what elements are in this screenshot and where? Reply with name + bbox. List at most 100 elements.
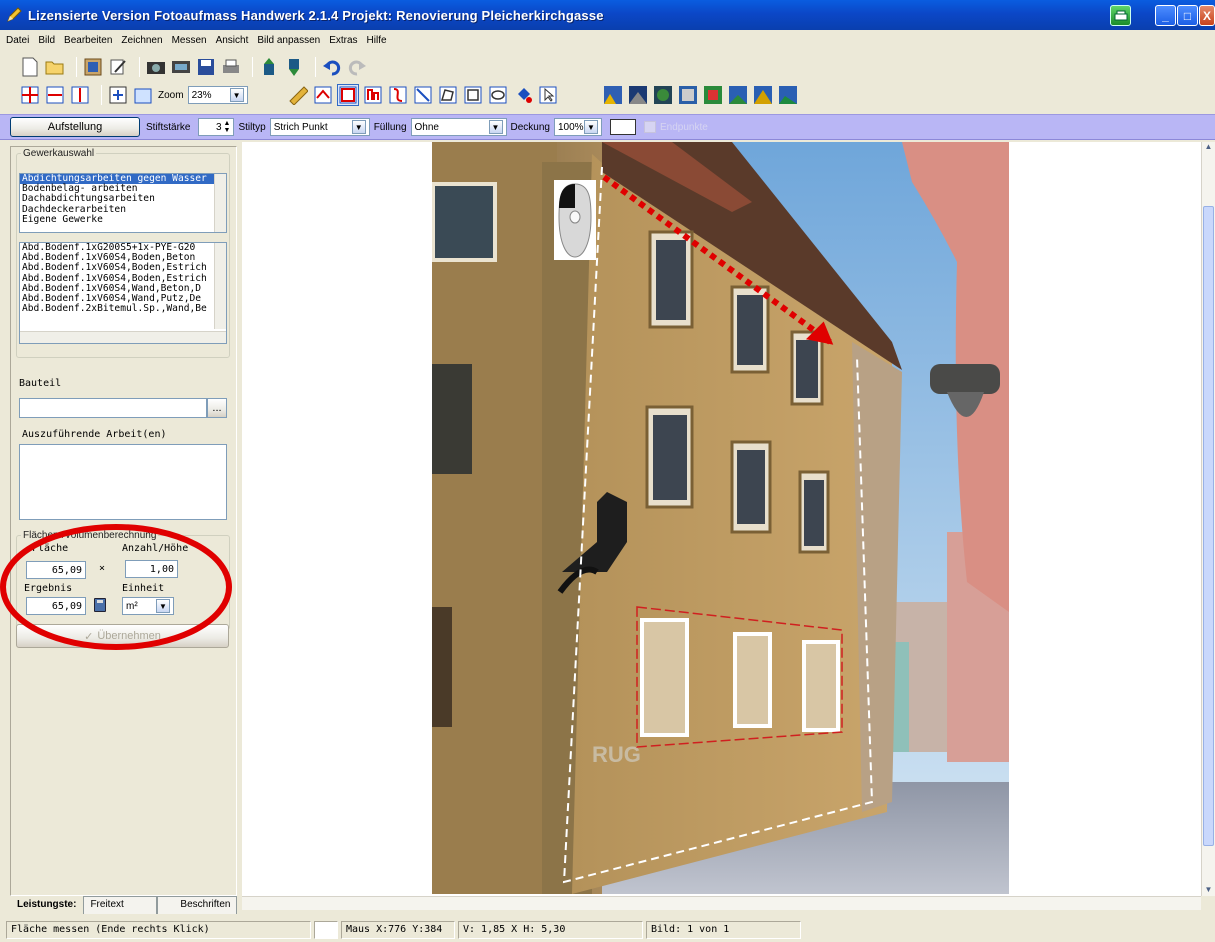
menu-hilfe[interactable]: Hilfe bbox=[367, 35, 387, 46]
menu-ansicht[interactable]: Ansicht bbox=[216, 35, 249, 46]
list-item[interactable]: Eigene Gewerke bbox=[20, 214, 226, 225]
rectangle-icon[interactable] bbox=[463, 85, 483, 105]
image-adjust-2-icon[interactable] bbox=[628, 85, 648, 105]
gewerk-list[interactable]: Abdichtungsarbeiten gegen Wasser Bodenbe… bbox=[19, 173, 227, 233]
printer-tray-icon[interactable] bbox=[1110, 5, 1131, 26]
menu-bild-anpassen[interactable]: Bild anpassen bbox=[257, 35, 320, 46]
chevron-down-icon: ▼ bbox=[583, 120, 598, 134]
minimize-button[interactable]: _ bbox=[1155, 5, 1176, 26]
menu-zeichnen[interactable]: Zeichnen bbox=[121, 35, 162, 46]
image-adjust-4-icon[interactable] bbox=[678, 85, 698, 105]
horizontal-scrollbar[interactable] bbox=[242, 896, 1201, 910]
measure-chart-icon[interactable] bbox=[313, 85, 333, 105]
camera-icon[interactable] bbox=[146, 57, 166, 77]
image-adjust-6-icon[interactable] bbox=[728, 85, 748, 105]
undo-icon[interactable] bbox=[322, 57, 342, 77]
endpunkte-label: Endpunkte bbox=[659, 121, 708, 133]
scrollbar[interactable] bbox=[214, 243, 226, 329]
bauteil-label: Bauteil bbox=[19, 378, 62, 389]
image-adjust-8-icon[interactable] bbox=[778, 85, 798, 105]
scrollbar[interactable] bbox=[20, 331, 226, 343]
gewerkauswahl-legend: Gewerkauswahl bbox=[23, 148, 95, 159]
fuellung-value: Ohne bbox=[414, 121, 439, 133]
properties-icon[interactable] bbox=[83, 57, 103, 77]
scroll-thumb[interactable] bbox=[1203, 206, 1214, 846]
film-icon[interactable] bbox=[171, 57, 191, 77]
menu-bild[interactable]: Bild bbox=[38, 35, 55, 46]
new-file-icon[interactable] bbox=[20, 57, 40, 77]
export-icon[interactable] bbox=[284, 57, 304, 77]
title-bar[interactable]: Lizensierte Version Fotoaufmass Handwerk… bbox=[0, 0, 1215, 30]
line-icon[interactable] bbox=[413, 85, 433, 105]
deckung-label: Deckung bbox=[510, 121, 550, 133]
status-indicator bbox=[314, 920, 338, 939]
redo-icon[interactable] bbox=[347, 57, 367, 77]
close-button[interactable]: X bbox=[1199, 5, 1215, 26]
image-adjust-5-icon[interactable] bbox=[703, 85, 723, 105]
fill-icon[interactable] bbox=[513, 85, 533, 105]
arbeit-label: Auszuführende Arbeit(en) bbox=[22, 429, 167, 440]
menu-messen[interactable]: Messen bbox=[172, 35, 207, 46]
scrollbar[interactable] bbox=[214, 174, 226, 232]
polygon-icon[interactable] bbox=[438, 85, 458, 105]
pointer-icon[interactable] bbox=[538, 85, 558, 105]
vertical-scrollbar[interactable]: ▲ ▼ bbox=[1201, 142, 1215, 896]
left-panel: Gewerkauswahl Abdichtungsarbeiten gegen … bbox=[0, 146, 237, 896]
main-toolbar bbox=[0, 54, 372, 80]
tab-freitext[interactable]: Freitext bbox=[83, 896, 158, 914]
zoom-select[interactable]: 23% ▼ bbox=[187, 86, 248, 104]
maximize-button[interactable]: □ bbox=[1177, 5, 1198, 26]
horizontal-measure-icon[interactable] bbox=[45, 85, 65, 105]
window-title: Lizensierte Version Fotoaufmass Handwerk… bbox=[28, 7, 604, 23]
fuellung-select[interactable]: Ohne ▼ bbox=[410, 118, 507, 136]
menu-extras[interactable]: Extras bbox=[329, 35, 357, 46]
area-measure-icon[interactable] bbox=[336, 84, 359, 106]
stiftstaerke-value: 3 bbox=[215, 121, 222, 133]
stiltyp-label: Stiltyp bbox=[238, 121, 266, 133]
fuellung-label: Füllung bbox=[373, 121, 407, 133]
scroll-up-icon[interactable]: ▲ bbox=[1202, 142, 1215, 156]
chevron-down-icon: ▼ bbox=[488, 120, 503, 134]
chevron-down-icon: ▼ bbox=[351, 120, 366, 134]
image-canvas[interactable]: RUG bbox=[242, 142, 1201, 896]
status-mouse: Maus X:776 Y:384 bbox=[341, 920, 455, 939]
line-color-swatch[interactable] bbox=[609, 119, 636, 135]
image-adjust-1-icon[interactable] bbox=[603, 85, 623, 105]
zoom-value: 23% bbox=[191, 89, 212, 101]
image-adjust-3-icon[interactable] bbox=[653, 85, 673, 105]
spinner-arrows-icon: ▲ ▼ bbox=[223, 120, 231, 134]
zoom-window-icon[interactable] bbox=[133, 85, 153, 105]
menu-datei[interactable]: Datei bbox=[6, 35, 29, 46]
deckung-select[interactable]: 100% ▼ bbox=[553, 118, 602, 136]
import-icon[interactable] bbox=[259, 57, 279, 77]
stiltyp-select[interactable]: Strich Punkt ▼ bbox=[269, 118, 370, 136]
save-icon[interactable] bbox=[196, 57, 216, 77]
endpunkte-checkbox[interactable] bbox=[643, 121, 656, 133]
tab-beschriften[interactable]: Beschriften bbox=[157, 896, 238, 914]
bauteil-input[interactable] bbox=[19, 398, 207, 418]
tab-leistungstext[interactable]: Leistungste: bbox=[10, 896, 84, 914]
building-photo[interactable]: RUG bbox=[432, 142, 1009, 894]
volume-measure-icon[interactable] bbox=[363, 85, 383, 105]
svg-text:RUG: RUG bbox=[592, 742, 641, 767]
position-list[interactable]: Abd.Bodenf.1xG200S5+1x-PYE-G20 Abd.Boden… bbox=[19, 242, 227, 344]
open-folder-icon[interactable] bbox=[45, 57, 65, 77]
ruler-icon[interactable] bbox=[288, 85, 308, 105]
stiftstaerke-spinner[interactable]: 3 ▲ ▼ bbox=[198, 118, 235, 136]
zoom-fit-icon[interactable] bbox=[108, 85, 128, 105]
curve-icon[interactable] bbox=[388, 85, 408, 105]
list-item[interactable]: Abd.Bodenf.2xBitemul.Sp.,Wand,Be bbox=[20, 304, 226, 314]
deckung-value: 100% bbox=[557, 121, 584, 133]
edit-icon[interactable] bbox=[108, 57, 128, 77]
image-adjust-7-icon[interactable] bbox=[753, 85, 773, 105]
print-icon[interactable] bbox=[221, 57, 241, 77]
vertical-measure-icon[interactable] bbox=[70, 85, 90, 105]
ellipse-icon[interactable] bbox=[488, 85, 508, 105]
browse-button[interactable]: ... bbox=[207, 398, 227, 418]
aufstellung-button[interactable]: Aufstellung bbox=[10, 117, 140, 137]
menu-bearbeiten[interactable]: Bearbeiten bbox=[64, 35, 112, 46]
scroll-down-icon[interactable]: ▼ bbox=[1202, 885, 1215, 894]
grid-cross-icon[interactable] bbox=[20, 85, 40, 105]
draw-properties-bar: Aufstellung Stiftstärke 3 ▲ ▼ Stiltyp Str… bbox=[0, 114, 1215, 140]
arbeit-textarea[interactable] bbox=[19, 444, 227, 520]
